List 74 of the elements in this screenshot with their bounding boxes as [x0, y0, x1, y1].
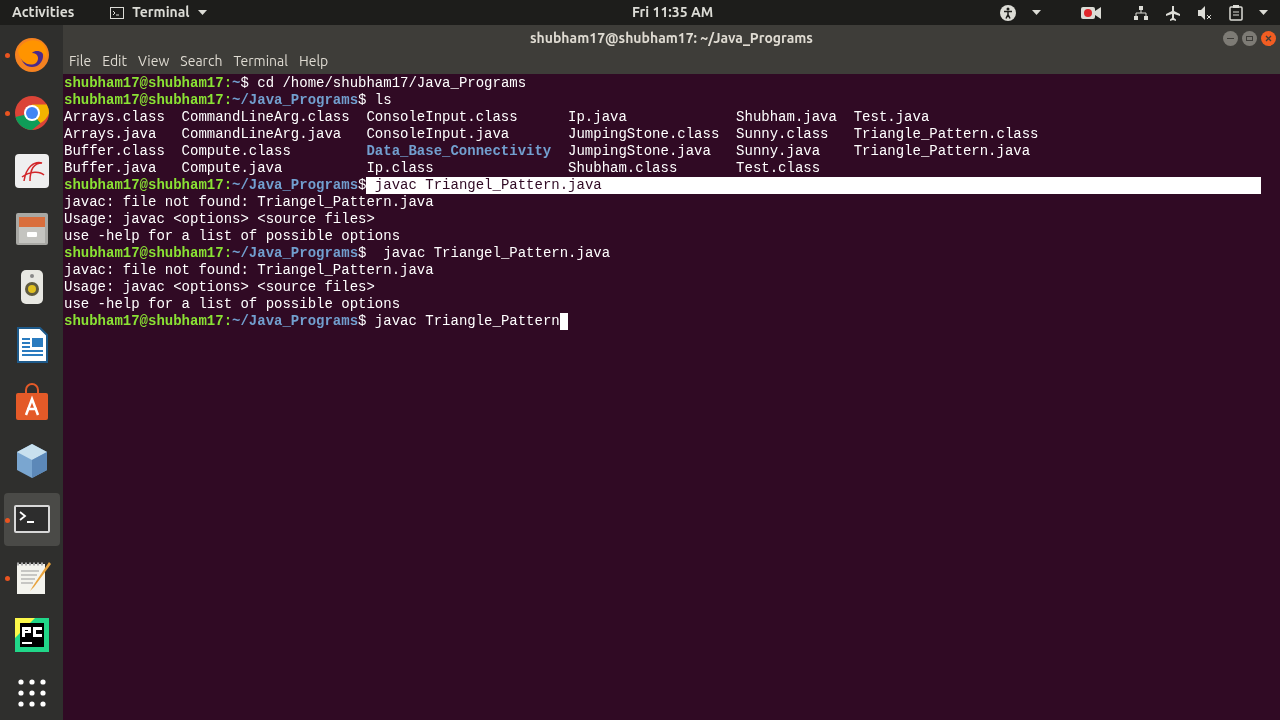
file-name: Shubham.java [736, 109, 837, 125]
prompt-user: shubham17@shubham17: [64, 313, 233, 330]
file-name: CommandLineArg.java [181, 126, 342, 142]
file-name: JumpingStone.class [568, 126, 720, 142]
file-name: Ip.java [568, 109, 627, 125]
menu-item[interactable]: Edit [99, 51, 130, 72]
file-name: Arrays.java [64, 126, 157, 142]
selected-command: javac Triangel_Pattern.java [366, 177, 1262, 194]
menu-item[interactable]: File [66, 51, 95, 72]
file-name: ConsoleInput.class [366, 109, 518, 125]
file-name: Test.java [853, 109, 930, 125]
caret-icon[interactable] [1259, 10, 1268, 15]
file-name: Test.class [736, 160, 821, 176]
file-name: Triangle_Pattern.java [853, 143, 1031, 159]
prompt-symbol: $ [358, 92, 367, 109]
output-line: Usage: javac <options> <source files> [64, 279, 375, 295]
accessibility-icon[interactable] [1000, 4, 1016, 21]
prompt-symbol: $ [358, 313, 367, 330]
prompt-path: ~/Java_Programs [232, 177, 359, 194]
file-name: ConsoleInput.java [366, 126, 510, 142]
terminal-icon [110, 6, 125, 19]
prompt-symbol: $ [358, 177, 367, 194]
file-name: Buffer.class [64, 143, 165, 159]
file-name: Compute.class [181, 143, 291, 159]
menu-item[interactable]: Help [295, 51, 332, 72]
output-line: javac: file not found: Triangel_Pattern.java [64, 194, 434, 210]
output-line: javac: file not found: Triangel_Pattern.java [64, 262, 434, 278]
activities-button[interactable]: Activities [12, 2, 75, 23]
file-name: Sunny.class [736, 126, 829, 142]
prompt-path: ~/Java_Programs [232, 245, 359, 262]
close-icon [1265, 35, 1272, 42]
file-name: Shubham.class [568, 160, 678, 176]
output-line: use -help for a list of possible options [64, 296, 401, 312]
command-text: javac Triangle_Pattern [373, 313, 560, 330]
menu-item[interactable]: View [135, 51, 173, 72]
menu-item[interactable]: Search [177, 51, 226, 72]
file-name: Triangle_Pattern.class [853, 126, 1039, 142]
command-text: ls [373, 92, 392, 109]
command-text: cd /home/shubham17/Java_Programs [256, 75, 527, 92]
prompt-path: ~/Java_Programs [232, 313, 359, 330]
prompt-user: shubham17@shubham17: [64, 177, 233, 194]
airplane-icon[interactable] [1165, 4, 1181, 21]
prompt-path: ~ [232, 75, 241, 92]
menu-item[interactable]: Terminal [230, 51, 291, 72]
file-name: Sunny.java [736, 143, 821, 159]
prompt-symbol: $ [240, 75, 249, 92]
command-text: javac Triangel_Pattern.java [382, 245, 611, 262]
caret-icon [197, 10, 207, 15]
maximize-button[interactable] [1242, 31, 1257, 46]
network-icon[interactable] [1133, 4, 1149, 21]
prompt-path: ~/Java_Programs [232, 92, 359, 109]
window-title: shubham17@shubham17: ~/Java_Programs [530, 28, 813, 48]
output-line: Usage: javac <options> <source files> [64, 211, 375, 227]
prompt-user: shubham17@shubham17: [64, 245, 233, 262]
prompt-symbol: $ [358, 245, 367, 262]
app-menu[interactable]: Terminal [110, 2, 207, 23]
file-name: Buffer.java [64, 160, 157, 176]
file-name: Compute.java [181, 160, 283, 176]
clock[interactable]: Fri 11:35 AM [632, 2, 714, 23]
prompt-user: shubham17@shubham17: [64, 75, 233, 92]
caret-icon[interactable] [1032, 10, 1041, 15]
clipboard-icon[interactable] [1229, 4, 1243, 21]
close-button[interactable] [1261, 31, 1276, 46]
minimize-button[interactable] [1223, 31, 1238, 46]
file-name: Arrays.class [64, 109, 165, 125]
dock-item[interactable] [3, 492, 60, 546]
volume-muted-icon[interactable] [1197, 4, 1213, 21]
directory-name: Data_Base_Connectivity [366, 143, 552, 159]
file-name: JumpingStone.java [568, 143, 711, 159]
camera-icon[interactable] [1081, 5, 1101, 20]
prompt-user: shubham17@shubham17: [64, 92, 233, 109]
output-line: use -help for a list of possible options [64, 228, 401, 244]
file-name: CommandLineArg.class [181, 109, 350, 125]
file-name: Ip.class [366, 160, 434, 176]
